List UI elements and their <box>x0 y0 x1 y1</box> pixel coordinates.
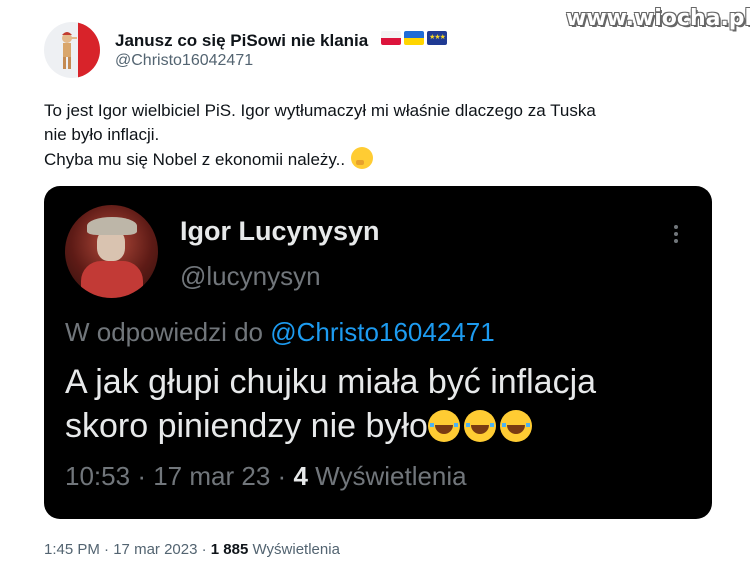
author-avatar[interactable] <box>44 22 100 78</box>
embedded-tweet-screenshot[interactable]: Igor Lucynysyn @lucynysyn W odpowiedzi d… <box>44 186 712 519</box>
reply-prefix: W odpowiedzi do <box>65 317 263 347</box>
ukraine-flag-icon <box>404 31 424 45</box>
embedded-text-line-2: skoro piniendzy nie było <box>65 404 596 448</box>
separator: · <box>104 541 110 558</box>
embedded-text-line-content: skoro piniendzy nie było <box>65 407 428 445</box>
tweet-text-line-content: Chyba mu się Nobel z ekonomii należy.. <box>44 150 346 169</box>
laughing-face-icon <box>427 410 460 442</box>
laughing-face-icon <box>499 410 532 442</box>
embedded-meta: 10:53 · 17 mar 23 · 4 Wyświetlenia <box>65 461 467 492</box>
pinocchio-figure-icon <box>62 32 77 69</box>
tweet-time[interactable]: 1:45 PM <box>44 541 100 558</box>
laughing-face-icon <box>463 410 496 442</box>
embedded-views-count: 4 <box>293 461 308 491</box>
embedded-text-line: A jak głupi chujku miała być inflacja <box>65 363 597 401</box>
embedded-reply-context: W odpowiedzi do @Christo16042471 <box>65 317 495 348</box>
author-handle[interactable]: @Christo16042471 <box>115 52 253 70</box>
tweet-text: To jest Igor wielbiciel PiS. Igor wytłum… <box>44 99 724 172</box>
views-count: 1 885 <box>210 541 249 558</box>
embedded-views-label: Wyświetlenia <box>315 461 467 491</box>
embedded-author-handle: @lucynysyn <box>180 261 321 291</box>
author-name[interactable]: Janusz co się PiSowi nie klania <box>115 31 368 51</box>
tweet-text-line: Chyba mu się Nobel z ekonomii należy.. <box>44 147 724 172</box>
embedded-time: 10:53 <box>65 461 131 491</box>
tweet-meta: 1:45 PM · 17 mar 2023 · 1 885 Wyświetlen… <box>44 541 340 558</box>
tweet-text-line: nie było inflacji. <box>44 125 160 144</box>
views-label[interactable]: Wyświetlenia <box>253 541 340 558</box>
eu-flag-icon: ★★★ <box>427 31 447 45</box>
tweet-date[interactable]: 17 mar 2023 <box>113 541 197 558</box>
embedded-avatar <box>65 205 158 298</box>
separator: · <box>201 541 207 558</box>
thinking-face-icon <box>351 147 374 169</box>
embedded-tweet-text: A jak głupi chujku miała być inflacja sk… <box>65 360 596 448</box>
separator: · <box>277 461 287 491</box>
embedded-date: 17 mar 23 <box>153 461 271 491</box>
tweet-text-line: To jest Igor wielbiciel PiS. Igor wytłum… <box>44 101 596 120</box>
embedded-author-name: Igor Lucynysyn <box>180 216 380 246</box>
tweet: www.wiocha.pl Janusz co się PiSowi nie k… <box>0 0 750 582</box>
more-options-icon <box>672 222 680 248</box>
separator: · <box>137 461 146 491</box>
watermark: www.wiocha.pl <box>566 6 750 31</box>
poland-flag-icon <box>381 31 401 45</box>
author-flags: ★★★ <box>381 31 447 47</box>
reply-mention: @Christo16042471 <box>270 317 495 347</box>
